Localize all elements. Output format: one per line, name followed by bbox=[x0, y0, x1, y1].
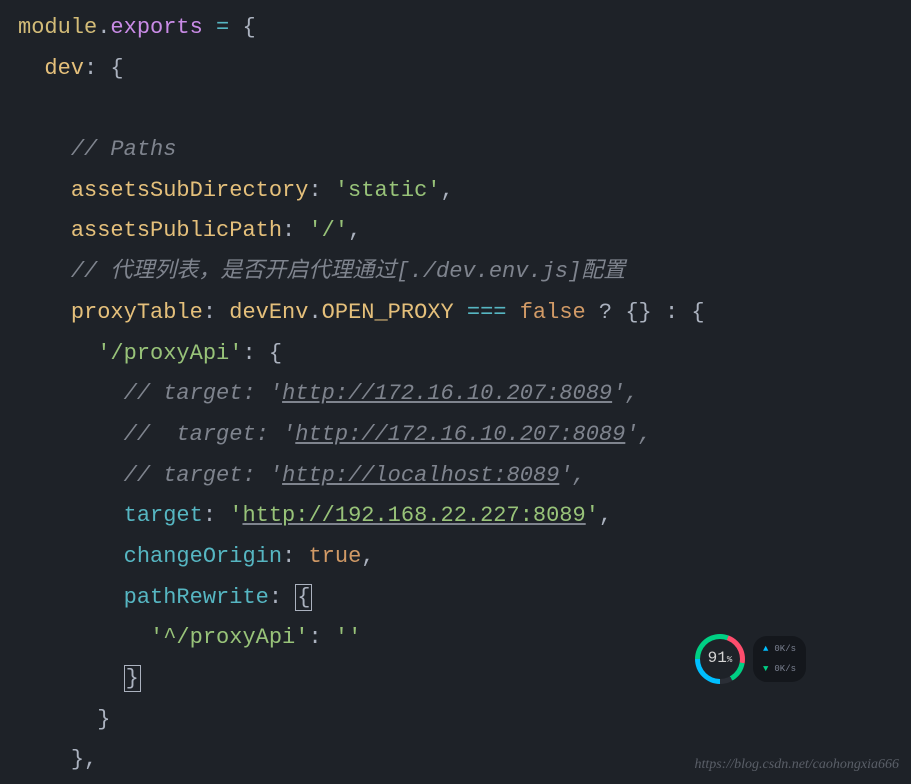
url-commented: http://localhost:8089 bbox=[282, 463, 559, 488]
download-arrow-icon: ▼ bbox=[763, 661, 768, 678]
code-line: assetsPublicPath: '/', bbox=[18, 211, 911, 252]
system-monitor-widget[interactable]: 91% ▲ 0K/s ▼ 0K/s bbox=[695, 634, 806, 684]
code-line: module.exports = { bbox=[18, 8, 911, 49]
url-commented: http://172.16.10.207:8089 bbox=[282, 381, 612, 406]
code-line: // target: 'http://localhost:8089', bbox=[18, 456, 911, 497]
code-line: } bbox=[18, 700, 911, 741]
code-line: // 代理列表，是否开启代理通过[./dev.env.js]配置 bbox=[18, 252, 911, 293]
token-false: false bbox=[520, 300, 586, 325]
key-proxyApi: '/proxyApi' bbox=[97, 341, 242, 366]
url-target: http://192.168.22.227:8089 bbox=[242, 503, 585, 528]
gauge-percent-symbol: % bbox=[727, 655, 732, 665]
download-rate: 0K/s bbox=[774, 661, 796, 678]
token-exports: exports bbox=[110, 15, 202, 40]
key-proxyTable: proxyTable bbox=[71, 300, 203, 325]
code-line: '/proxyApi': { bbox=[18, 334, 911, 375]
cpu-gauge: 91% bbox=[695, 634, 745, 684]
key-pathRewrite: pathRewrite bbox=[124, 585, 269, 610]
watermark-text: https://blog.csdn.net/caohongxia666 bbox=[694, 752, 899, 778]
code-line: // Paths bbox=[18, 130, 911, 171]
token-dev: dev bbox=[44, 56, 84, 81]
gauge-value: 91 bbox=[708, 649, 727, 667]
code-line: pathRewrite: { bbox=[18, 578, 911, 619]
upload-arrow-icon: ▲ bbox=[763, 641, 768, 658]
code-line: target: 'http://192.168.22.227:8089', bbox=[18, 496, 911, 537]
url-commented: http://172.16.10.207:8089 bbox=[295, 422, 625, 447]
bracket-highlight: } bbox=[124, 665, 141, 692]
network-stats: ▲ 0K/s ▼ 0K/s bbox=[753, 636, 806, 682]
code-line bbox=[18, 89, 911, 130]
code-line: changeOrigin: true, bbox=[18, 537, 911, 578]
key-assetsSubDirectory: assetsSubDirectory bbox=[71, 178, 309, 203]
code-line: assetsSubDirectory: 'static', bbox=[18, 171, 911, 212]
key-changeOrigin: changeOrigin bbox=[124, 544, 282, 569]
comment-proxy-cn: // 代理列表，是否开启代理通过[./dev.env.js]配置 bbox=[71, 259, 625, 284]
token-module: module bbox=[18, 15, 97, 40]
code-line: // target: 'http://172.16.10.207:8089', bbox=[18, 415, 911, 456]
comment-paths: // Paths bbox=[71, 137, 177, 162]
key-rewrite-pattern: '^/proxyApi' bbox=[150, 625, 308, 650]
upload-rate: 0K/s bbox=[774, 641, 796, 658]
code-line: // target: 'http://172.16.10.207:8089', bbox=[18, 374, 911, 415]
code-line: proxyTable: devEnv.OPEN_PROXY === false … bbox=[18, 293, 911, 334]
token-true: true bbox=[308, 544, 361, 569]
code-line: dev: { bbox=[18, 49, 911, 90]
key-assetsPublicPath: assetsPublicPath bbox=[71, 218, 282, 243]
key-target: target bbox=[124, 503, 203, 528]
bracket-highlight: { bbox=[295, 584, 312, 611]
